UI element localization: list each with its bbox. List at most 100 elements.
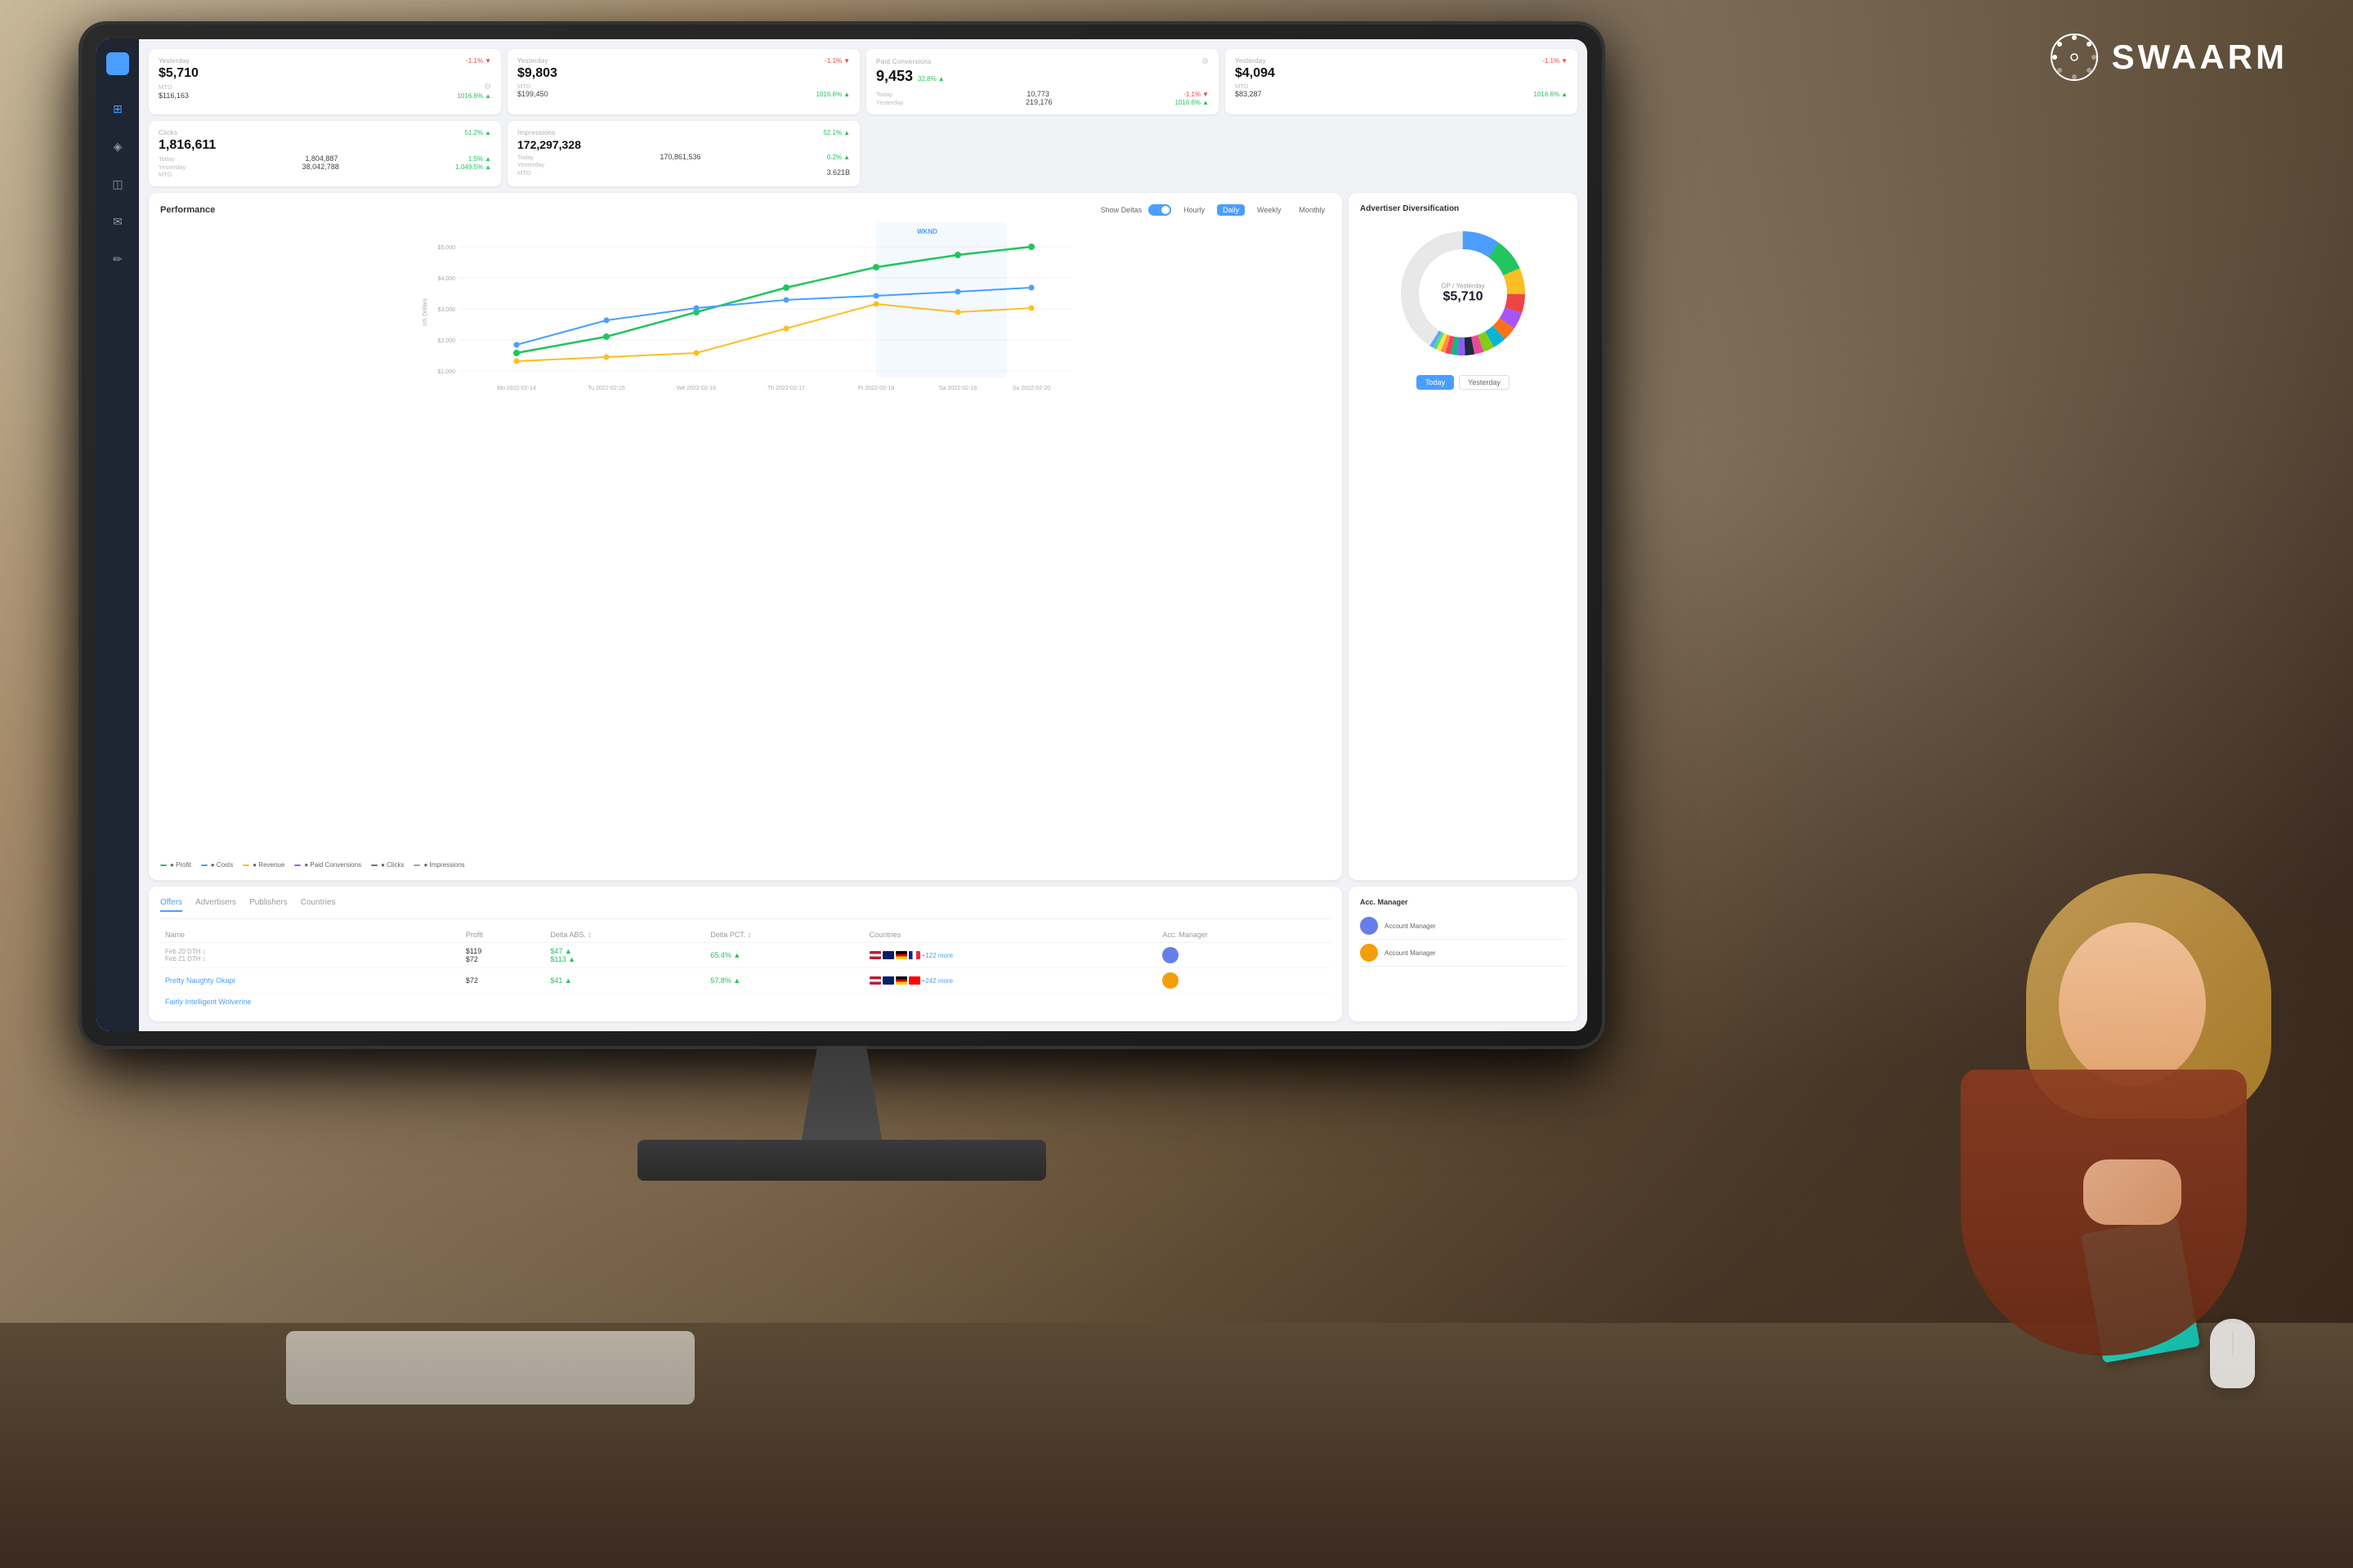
table-row: Feb 20 DTH ↕ Feb 21 DTH ↕ $119 $72 <box>160 943 1331 968</box>
svg-text:$2,000: $2,000 <box>438 338 456 344</box>
tab-countries[interactable]: Countries <box>301 898 336 912</box>
period-daily[interactable]: Daily <box>1217 204 1245 216</box>
mgr1-avatar <box>1360 917 1378 935</box>
keyboard: // will render via JS below <box>286 1331 695 1405</box>
chart-title: Performance <box>160 205 215 215</box>
gp-settings-icon[interactable]: ⚙ <box>484 83 491 92</box>
period-monthly[interactable]: Monthly <box>1293 204 1331 216</box>
show-deltas-toggle[interactable] <box>1148 204 1171 216</box>
gp-yesterday-delta: -1.1% ▼ <box>466 57 491 65</box>
row2-delta-pct: 57.8% ▲ <box>710 976 740 985</box>
monitor-stand-base <box>637 1140 1046 1181</box>
manager-panel-title: Acc. Manager <box>1360 898 1566 906</box>
impressions-mtd-label: MTD <box>517 169 530 176</box>
svg-text:Sa 2022-02-19: Sa 2022-02-19 <box>939 386 977 391</box>
more-countries-2[interactable]: +242 more <box>922 977 953 985</box>
flag-us-2 <box>870 976 881 985</box>
sidebar-item-offers[interactable]: ◈ <box>107 136 128 157</box>
row2-profit: $72 <box>466 976 540 985</box>
donut-center-label: GP / Yesterday <box>1441 283 1484 290</box>
brand-logo-area: SWAARM <box>2050 33 2288 82</box>
flag-de-2 <box>896 976 907 985</box>
sidebar-item-reports[interactable]: ◫ <box>107 173 128 194</box>
donut-today-btn[interactable]: Today <box>1416 375 1454 390</box>
legend-impressions-dot <box>414 864 420 866</box>
swaarm-logo-icon <box>2050 33 2099 82</box>
chart-header: Performance Show Deltas Hourly Daily Wee… <box>160 204 1331 216</box>
svg-text:$3,000: $3,000 <box>438 307 456 313</box>
flag-ca-2 <box>909 976 920 985</box>
clicks-stat-card: Clicks 51.2%▲ 1,816,611 Today 1,804,887 <box>149 121 501 186</box>
offers-table: Name Profit Delta ABS. ↕ Delta PCT. ↕ Co… <box>160 927 1331 1010</box>
stats-header-row: Yesterday -1.1% ▼ $5,710 MTD ⚙ <box>149 49 1577 114</box>
svg-text:Fr 2022-02-18: Fr 2022-02-18 <box>858 386 894 391</box>
sidebar-item-edit[interactable]: ✏ <box>107 248 128 270</box>
legend-impressions: ● Impressions <box>414 861 464 869</box>
paid-conv-label: Paid Conversions <box>876 58 932 65</box>
monitor-container: ⊞ ◈ ◫ ✉ ✏ Yesterday <box>82 25 1635 1168</box>
donut-yesterday-btn[interactable]: Yesterday <box>1459 375 1510 390</box>
second-stats-row: Clicks 51.2%▲ 1,816,611 Today 1,804,887 <box>149 121 1577 186</box>
svg-text:$5,000: $5,000 <box>438 245 456 251</box>
paid-conv-yesterday-label: Yesterday <box>876 99 903 106</box>
clicks-mtd-label: MTD <box>159 171 172 178</box>
period-hourly[interactable]: Hourly <box>1178 204 1210 216</box>
flag-gb-2 <box>883 976 894 985</box>
legend-clicks-label: ● Clicks <box>381 861 404 869</box>
col-delta-pct: Delta PCT. ↕ <box>705 927 864 943</box>
row3-name[interactable]: Fairly Intelligent Wolverine <box>165 998 251 1006</box>
row1-delta-abs1: $47 ▲ <box>550 947 571 955</box>
gp-mtd-label: MTD <box>159 83 172 91</box>
revenue-mtd-value: $199,450 <box>517 90 548 98</box>
manager-row-2: Account Manager <box>1360 940 1566 967</box>
tab-advertisers[interactable]: Advertisers <box>195 898 236 912</box>
row2-name[interactable]: Pretty Naughty Okapi <box>165 976 235 985</box>
chart-controls: Show Deltas Hourly Daily Weekly Monthly <box>1101 204 1331 216</box>
paid-conv-value: 9,453 <box>876 68 913 85</box>
monitor-screen: ⊞ ◈ ◫ ✉ ✏ Yesterday <box>96 39 1587 1031</box>
svg-text:Mo 2022-02-14: Mo 2022-02-14 <box>497 386 536 391</box>
performance-svg: WKND $5,000 $4,000 <box>160 222 1331 402</box>
impressions-main-delta: 52.1%▲ <box>823 129 850 136</box>
monitor-bezel: ⊞ ◈ ◫ ✉ ✏ Yesterday <box>82 25 1602 1046</box>
sidebar-item-messages[interactable]: ✉ <box>107 211 128 232</box>
revenue-yesterday-delta: -1.1%▼ <box>825 57 850 65</box>
tab-offers[interactable]: Offers <box>160 898 182 912</box>
row1-date2: Feb 21 DTH ↕ <box>165 955 456 963</box>
tab-publishers[interactable]: Publishers <box>249 898 288 912</box>
impressions-today-value: 170,861,536 <box>660 153 700 161</box>
paid-conversions-stat-card: Paid Conversions ⚙ 9,453 32.8%▲ Today <box>866 49 1219 114</box>
gp-yesterday-value: $5,710 <box>159 66 491 81</box>
costs-value: $4,094 <box>1235 66 1568 81</box>
flag-fr <box>909 951 920 959</box>
revenue-stat-card: Yesterday -1.1%▼ $9,803 MTD $199,450 <box>508 49 860 114</box>
costs-impressions-card: Yesterday -1.1%▼ $4,094 MTD $83,287 <box>1225 49 1577 114</box>
revenue-yesterday-label: Yesterday <box>517 57 548 65</box>
impressions-yesterday-label: Yesterday <box>517 161 544 168</box>
svg-text:Tu 2022-02-15: Tu 2022-02-15 <box>588 386 625 391</box>
period-weekly[interactable]: Weekly <box>1251 204 1286 216</box>
acc-manager-panel: Acc. Manager Account Manager Accou <box>1349 887 1577 1021</box>
sidebar-item-dashboard[interactable]: ⊞ <box>107 98 128 119</box>
donut-center-value: $5,710 <box>1441 290 1484 305</box>
paid-conv-settings-icon[interactable]: ⚙ <box>1201 57 1209 66</box>
clicks-main-delta: 51.2%▲ <box>464 129 491 136</box>
row1-date: Feb 20 DTH ↕ <box>165 948 456 955</box>
gp-mtd-value: $116,163 <box>159 92 189 100</box>
mgr2-avatar <box>1360 944 1378 962</box>
flag-gb <box>883 951 894 959</box>
donut-chart-wrapper: GP / Yesterday $5,710 <box>1389 220 1537 367</box>
legend-profit-label: ● Profit <box>170 861 191 869</box>
col-name: Name <box>160 927 461 943</box>
table-tabs: Offers Advertisers Publishers Countries <box>160 898 1331 919</box>
col-delta-abs: Delta ABS. ↕ <box>545 927 705 943</box>
paid-conv-delta: 32.8%▲ <box>918 75 945 83</box>
mgr2-info: Account Manager <box>1385 949 1436 957</box>
middle-row: Performance Show Deltas Hourly Daily Wee… <box>149 193 1577 880</box>
paid-conv-yesterday-value: 219,176 <box>1026 98 1053 106</box>
costs-mtd-value: $83,287 <box>1235 90 1262 98</box>
svg-text:Th 2022-02-17: Th 2022-02-17 <box>767 386 805 391</box>
flag-de <box>896 951 907 959</box>
more-countries-1[interactable]: +122 more <box>922 952 953 959</box>
revenue-mtd-label: MTD <box>517 83 530 90</box>
